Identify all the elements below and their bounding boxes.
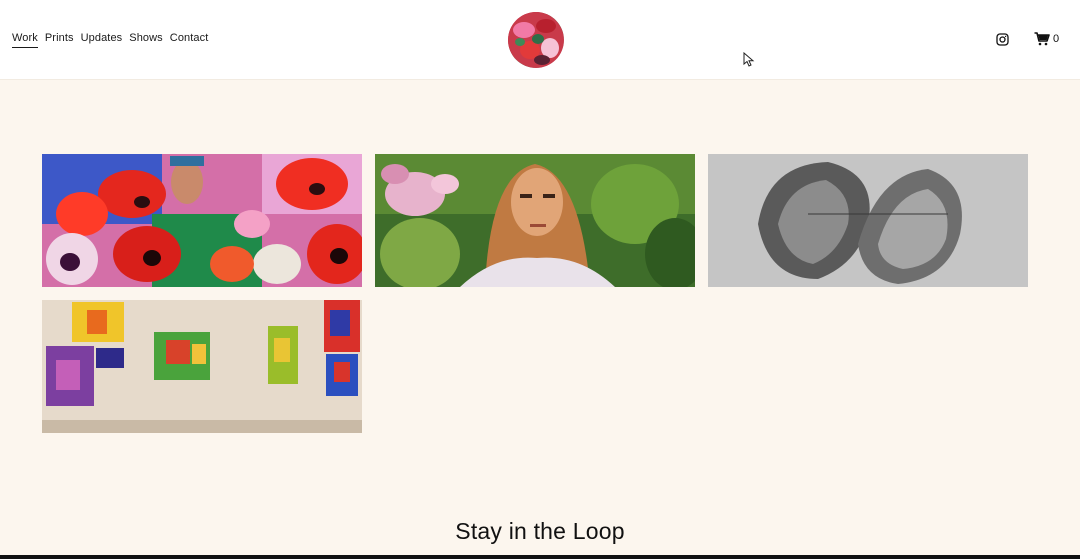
nav-item-work[interactable]: Work xyxy=(12,32,38,48)
poppies-painting-image xyxy=(42,154,362,287)
nav-item-prints[interactable]: Prints xyxy=(45,32,74,48)
charcoal-drawing-image xyxy=(708,154,1028,287)
cart-count: 0 xyxy=(1053,33,1060,45)
main-nav: Work Prints Updates Shows Contact xyxy=(12,32,208,48)
instagram-icon[interactable] xyxy=(996,33,1009,46)
nav-item-contact[interactable]: Contact xyxy=(170,32,209,48)
site-header: Work Prints Updates Shows Contact 0 xyxy=(0,0,1080,80)
newsletter-heading: Stay in the Loop xyxy=(455,518,625,544)
artist-logo-icon[interactable] xyxy=(508,12,564,68)
gallery-tile-exhibition[interactable] xyxy=(42,300,362,433)
cart-icon xyxy=(1034,32,1050,46)
gallery-tile-charcoal[interactable] xyxy=(708,154,1028,287)
exhibition-wall-image xyxy=(42,300,362,433)
gallery-tile-portrait[interactable] xyxy=(375,154,695,287)
divider xyxy=(0,555,1080,559)
mouse-cursor-icon xyxy=(743,52,755,67)
gallery-tile-poppies[interactable] xyxy=(42,154,362,287)
cart-button[interactable]: 0 xyxy=(1034,32,1059,46)
nav-item-updates[interactable]: Updates xyxy=(81,32,123,48)
portrait-painting-image xyxy=(375,154,695,287)
nav-item-shows[interactable]: Shows xyxy=(129,32,163,48)
